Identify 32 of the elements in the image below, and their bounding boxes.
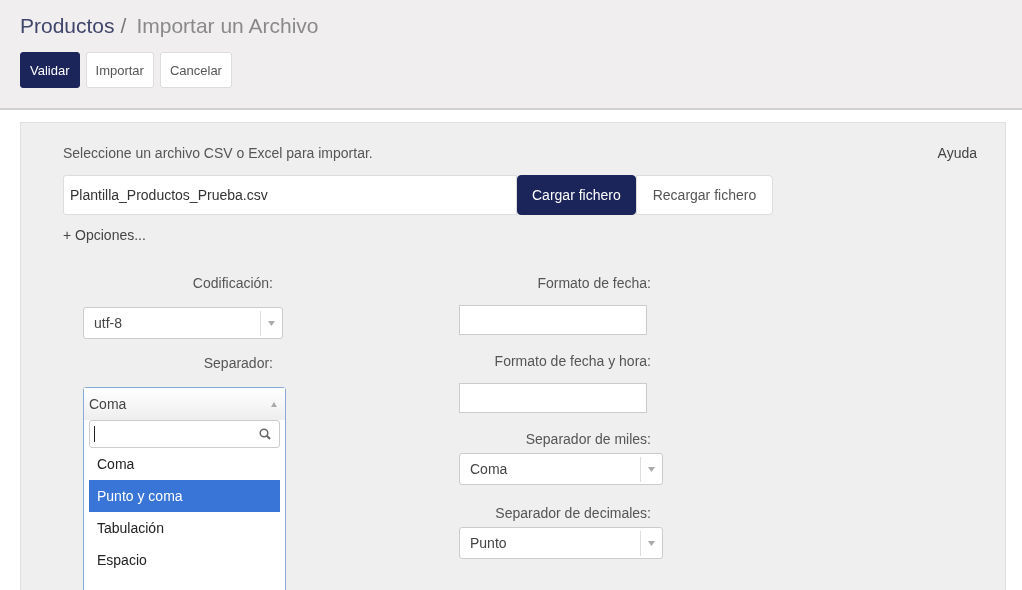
dropdown-option[interactable]: Coma (89, 448, 280, 480)
field-label: Separador de decimales: (495, 505, 651, 521)
reload-file-button[interactable]: Recargar fichero (635, 175, 774, 215)
search-icon (259, 428, 271, 440)
file-name-field[interactable]: Plantilla_Productos_Prueba.csv (63, 175, 517, 215)
breadcrumb-link[interactable]: Productos (20, 14, 115, 38)
instruction-text: Seleccione un archivo CSV o Excel para importar. (63, 145, 373, 161)
field-label: Formato de fecha: (537, 275, 651, 291)
select-field[interactable]: Coma (84, 388, 285, 420)
page-title: Importar un Archivo (136, 14, 319, 38)
action-button[interactable]: Importar (85, 52, 154, 88)
help-link[interactable]: Ayuda (937, 145, 977, 161)
field-label: Separador de miles: (525, 431, 651, 447)
validate-button[interactable]: Validar (20, 52, 80, 88)
options-link[interactable]: + Opciones... (63, 227, 963, 243)
dropdown-option[interactable]: Espacio (89, 544, 280, 576)
dropdown-option[interactable]: Tabulación (89, 512, 280, 544)
select-field[interactable]: Coma (459, 453, 663, 485)
dropdown-option[interactable]: Punto y coma (89, 480, 280, 512)
field-label: Codificación: (192, 275, 273, 291)
load-file-button[interactable]: Cargar fichero (517, 175, 636, 215)
action-button[interactable]: Cancelar (159, 52, 232, 88)
input-field[interactable] (459, 305, 647, 335)
field-label: Formato de fecha y hora: (494, 353, 651, 369)
field-label: Separador: (203, 355, 273, 371)
breadcrumb-separator: / (120, 14, 127, 38)
select-field[interactable]: Punto (459, 527, 663, 559)
input-field[interactable] (459, 383, 647, 413)
search-field[interactable] (89, 420, 280, 448)
text-cursor (94, 426, 95, 442)
dropdown-arrow-icon (271, 401, 277, 407)
select-field[interactable]: utf-8 (83, 307, 283, 339)
